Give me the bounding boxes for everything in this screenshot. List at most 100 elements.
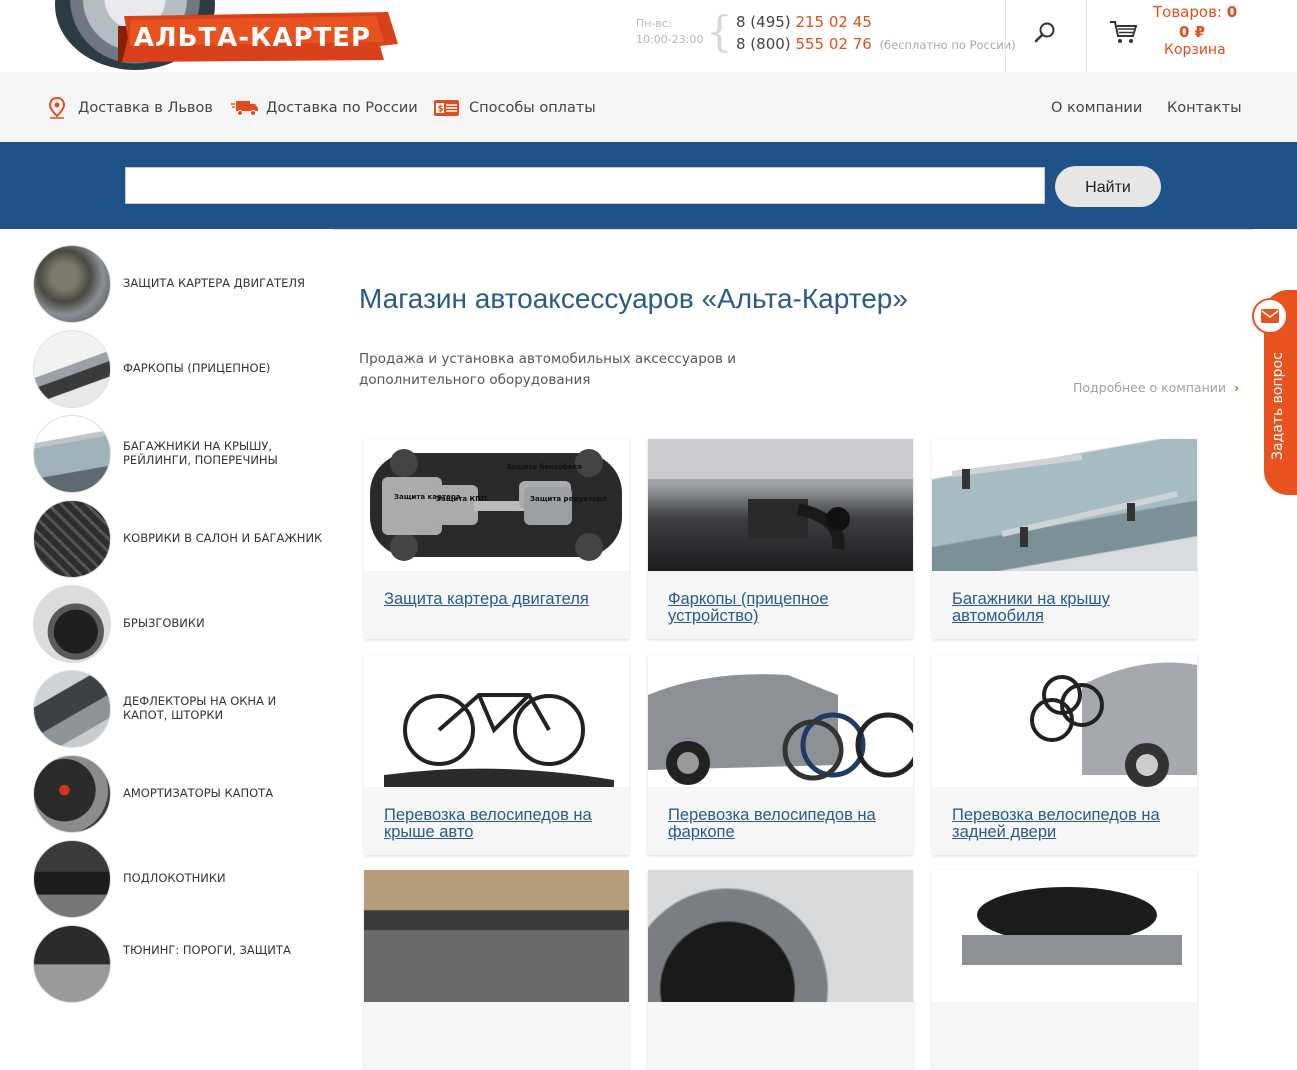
nav-about[interactable]: О компании	[1051, 97, 1142, 119]
category-label: Брызговики	[123, 616, 205, 630]
header-search-button[interactable]	[1006, 0, 1086, 72]
phone-freecall[interactable]: 8 (800) 555 02 76 (бесплатно по России)	[736, 35, 1016, 53]
search-input[interactable]	[125, 167, 1045, 204]
nav-label: Способы оплаты	[469, 100, 596, 116]
product-image	[932, 870, 1197, 1002]
divider	[333, 229, 1253, 230]
product-image	[648, 870, 913, 1002]
product-card-bike-roof[interactable]: Перевозка велосипедов на крыше авто	[364, 655, 629, 855]
working-hours: Пн-вс: 10:00-23:00	[636, 16, 716, 48]
diagram-label: Защита редуктора	[530, 495, 607, 503]
sidebar-item-tuning[interactable]: Тюнинг: пороги, защита	[33, 925, 323, 1003]
nav-payment-methods[interactable]: $ Способы оплаты	[433, 97, 596, 119]
site-header: АЛЬТА-КАРТЕР Пн-вс: 10:00-23:00 { 8 (495…	[0, 0, 1297, 73]
category-label: Дефлекторы на окна и капот, шторки	[123, 694, 277, 722]
sidebar-item-roof-racks[interactable]: Багажники на крышу, рейлинги, поперечины	[33, 415, 323, 493]
sidebar-item-towbars[interactable]: Фаркопы (прицепное)	[33, 330, 323, 408]
category-label: Коврики в салон и багажник	[123, 531, 323, 545]
nav-delivery-lviv[interactable]: Доставка в Львов	[47, 97, 213, 119]
cart-icon	[1110, 21, 1137, 43]
svg-text:$: $	[438, 105, 444, 115]
product-card-title[interactable]: Защита картера двигателя	[384, 591, 619, 608]
nav-contacts[interactable]: Контакты	[1167, 97, 1242, 119]
product-image	[648, 439, 913, 571]
product-image	[932, 439, 1197, 571]
towbar-image	[648, 439, 913, 550]
sidebar-item-floor-mats[interactable]: Коврики в салон и багажник	[33, 500, 323, 578]
product-card-bike-towbar[interactable]: Перевозка велосипедов на фаркопе	[648, 655, 913, 855]
bike-towbar-image	[648, 674, 913, 785]
phone-moscow[interactable]: 8 (495) 215 02 45	[736, 13, 872, 31]
product-card-roof-racks[interactable]: Багажники на крышу автомобиля	[932, 439, 1197, 639]
search-icon	[1034, 22, 1055, 43]
roof-rack-image	[951, 454, 1178, 547]
product-card-title[interactable]: Перевозка велосипедов на задней двери	[952, 807, 1187, 841]
ask-question-label[interactable]: Задать вопрос	[1266, 280, 1290, 460]
product-card-mudflaps[interactable]	[648, 870, 913, 1070]
chevron-right-icon: ›	[1234, 380, 1240, 395]
bike-roof-image	[384, 693, 614, 787]
cart-currency: ₽	[1194, 23, 1206, 41]
cart-sum: 0 ₽	[1179, 23, 1205, 41]
category-label: Багажники на крышу, рейлинги, поперечины	[123, 439, 278, 467]
product-image	[364, 870, 629, 1002]
product-card-title[interactable]: Перевозка велосипедов на крыше авто	[384, 807, 619, 841]
category-image	[33, 585, 111, 663]
cart-widget[interactable]: Товаров: 0 0 ₽ Корзина	[1087, 0, 1297, 72]
product-image	[932, 655, 1197, 787]
product-card-towbars[interactable]: Фаркопы (прицепное устройство)	[648, 439, 913, 639]
more-about-company-link[interactable]: Подробнее о компании ›	[1073, 380, 1239, 395]
category-label: Подлокотники	[123, 871, 226, 885]
phone-number: 215 02 45	[795, 13, 872, 31]
more-link-label: Подробнее о компании	[1073, 380, 1227, 395]
category-image	[33, 755, 111, 833]
payment-card-icon: $	[434, 100, 459, 116]
sidebar-item-hood-struts[interactable]: Амортизаторы капота	[33, 755, 323, 833]
cart-label: Корзина	[1164, 42, 1226, 58]
cart-goods: Товаров: 0	[1153, 3, 1237, 21]
product-card-crankcase[interactable]: Защита картера Защита КПП Защита бензоба…	[364, 439, 629, 639]
category-label: Амортизаторы капота	[123, 786, 274, 800]
location-pin-icon	[48, 97, 66, 119]
category-label: Защита картера двигателя	[123, 276, 305, 290]
product-image	[648, 655, 913, 787]
nav-delivery-russia[interactable]: Доставка по России	[231, 97, 418, 119]
category-image	[33, 840, 111, 918]
phone-prefix: 8 (800)	[736, 35, 791, 53]
cart-goods-count: 0	[1226, 3, 1238, 21]
product-card-title[interactable]: Перевозка велосипедов на фаркопе	[668, 807, 903, 841]
crankcase-diagram-image: Защита картера Защита КПП Защита бензоба…	[370, 449, 622, 561]
diagram-label: Защита КПП	[436, 495, 487, 503]
phone-note: (бесплатно по России)	[879, 38, 1016, 52]
search-submit-button[interactable]: Найти	[1055, 166, 1161, 207]
product-card-bike-rear-door[interactable]: Перевозка велосипедов на задней двери	[932, 655, 1197, 855]
category-image	[33, 245, 111, 323]
product-card-title[interactable]: Фаркопы (прицепное устройство)	[668, 591, 903, 625]
product-image	[364, 655, 629, 787]
working-hours-label: Пн-вс:	[636, 17, 672, 30]
product-card-floor-mats[interactable]	[364, 870, 629, 1070]
category-image	[33, 500, 111, 578]
sidebar-item-deflectors[interactable]: Дефлекторы на окна и капот, шторки	[33, 670, 323, 748]
product-card-roof-box[interactable]	[932, 870, 1197, 1070]
category-label: Тюнинг: пороги, защита	[123, 943, 291, 957]
nav-label: Доставка в Львов	[78, 100, 213, 116]
sidebar-item-mudflaps[interactable]: Брызговики	[33, 585, 323, 663]
phone-number: 555 02 76	[795, 35, 872, 53]
sidebar-item-crankcase-protection[interactable]: Защита картера двигателя	[33, 245, 323, 323]
bike-rear-door-image	[1030, 662, 1197, 787]
nav-label: Доставка по России	[266, 100, 418, 116]
delivery-truck-icon	[231, 101, 258, 116]
logo-text[interactable]: АЛЬТА-КАРТЕР	[130, 18, 375, 58]
search-band: Найти	[0, 142, 1297, 229]
page-title: Магазин автоаксессуаров «Альта-Картер»	[359, 283, 908, 314]
cart-sum-value: 0	[1179, 23, 1190, 41]
page-description: Продажа и установка автомобильных аксесс…	[359, 351, 737, 388]
top-nav: Доставка в Львов Доставка по России $ Сп…	[0, 72, 1297, 142]
product-card-title[interactable]: Багажники на крышу автомобиля	[952, 591, 1187, 625]
sidebar-item-armrests[interactable]: Подлокотники	[33, 840, 323, 918]
category-image	[33, 925, 111, 1003]
product-image: Защита картера Защита КПП Защита бензоба…	[364, 439, 629, 571]
phone-prefix: 8 (495)	[736, 13, 791, 31]
roof-box-image	[962, 887, 1182, 965]
